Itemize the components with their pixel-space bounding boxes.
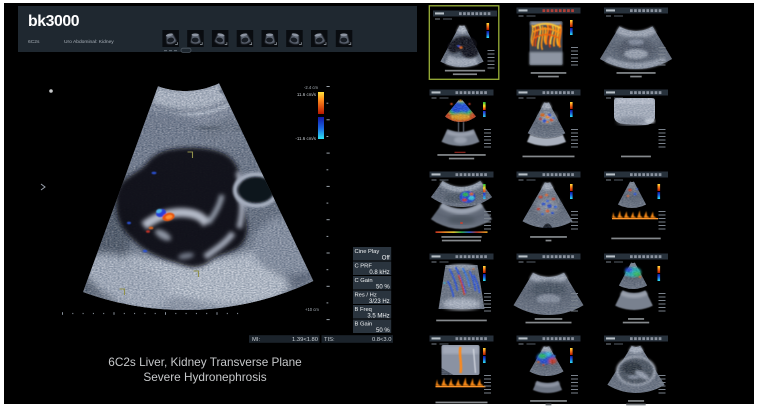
svg-text:-11.6 cm/s: -11.6 cm/s [295,136,316,141]
svg-text:3.5 MHz: 3.5 MHz [367,314,389,320]
svg-text:3/23 Hz: 3/23 Hz [369,299,390,305]
svg-text:-2.4 cm: -2.4 cm [304,85,318,90]
svg-text:C Gain: C Gain [355,278,373,284]
svg-text:Uro Abdominal: Kidney: Uro Abdominal: Kidney [64,39,114,45]
svg-text:TIS:: TIS: [324,337,335,343]
svg-text:0.8<3.0: 0.8<3.0 [372,337,392,343]
svg-text:B Freq: B Freq [355,307,372,313]
svg-text:50 %: 50 % [376,285,390,291]
svg-text:0.8 kHz: 0.8 kHz [369,270,389,276]
svg-text:6C2s: 6C2s [28,39,40,45]
svg-text:Severe Hydronephrosis: Severe Hydronephrosis [143,370,266,384]
svg-text:C PRF: C PRF [355,264,373,270]
svg-text:11.6 cm/s: 11.6 cm/s [297,92,317,97]
svg-text:Res / Hz: Res / Hz [355,293,377,299]
svg-text:Cine Play: Cine Play [355,249,380,255]
svg-text:50 %: 50 % [376,328,390,334]
svg-text:MI:: MI: [252,337,260,343]
svg-text:Off: Off [382,256,390,262]
svg-text:1.39<1.80: 1.39<1.80 [292,337,318,343]
svg-text:B Gain: B Gain [355,322,373,328]
svg-text:bk3000: bk3000 [28,13,80,30]
svg-text:+10 cm: +10 cm [305,307,319,312]
svg-text:6C2s Liver, Kidney Transverse: 6C2s Liver, Kidney Transverse Plane [108,355,302,369]
